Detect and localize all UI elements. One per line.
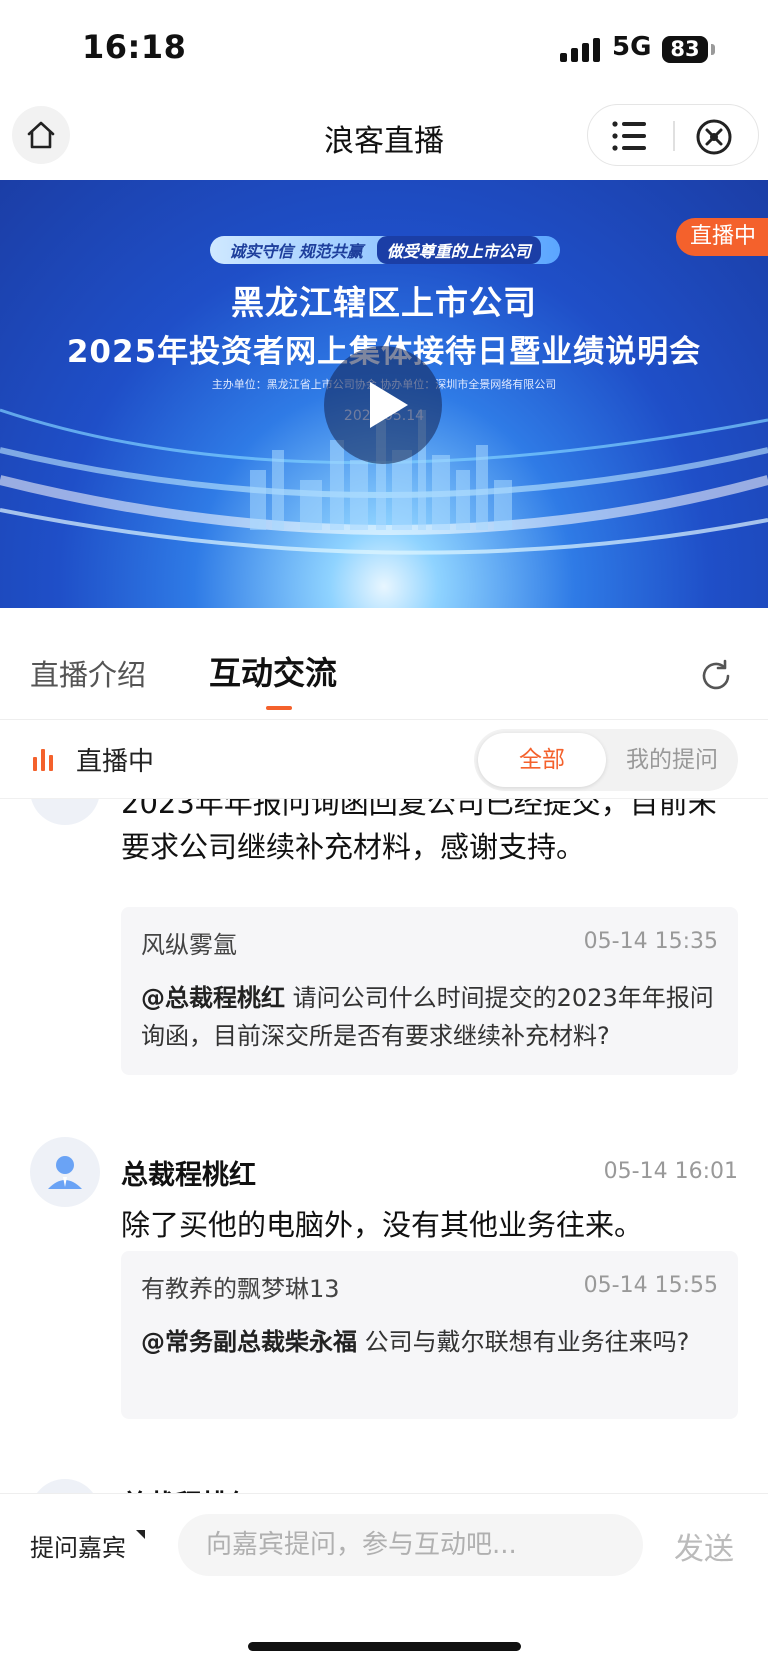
answer-text: 除了买他的电脑外，没有其他业务往来。 — [121, 1208, 644, 1242]
question-input[interactable] — [178, 1514, 643, 1576]
dropdown-caret-icon — [136, 1530, 145, 1539]
live-status-badge: 直播中 — [676, 218, 768, 256]
mini-program-capsule — [587, 104, 759, 166]
avatar — [30, 1479, 100, 1493]
answer-text: 2023年年报问询函回复公司已经提交，目前未要求公司继续补充材料，感谢支持。 — [121, 799, 717, 864]
play-icon[interactable] — [324, 346, 442, 464]
status-time: 16:18 — [82, 28, 187, 66]
ask-guest-selector[interactable]: 提问嘉宾 — [30, 1528, 126, 1563]
status-bar: 16:18 5G 83 — [0, 0, 768, 100]
avatar — [30, 1137, 100, 1207]
quoted-question: 风纵雾氲 05-14 15:35 @总裁程桃红 请问公司什么时间提交的2023年… — [121, 907, 738, 1075]
filter-my-questions-button[interactable]: 我的提问 — [612, 733, 732, 787]
answer-time: 05-14 16:01 — [603, 1159, 738, 1184]
question-body: @常务副总裁柴永福 公司与戴尔联想有业务往来吗? — [141, 1323, 721, 1361]
tab-bar: 直播介绍 互动交流 — [0, 608, 768, 720]
banner-slogan: 诚实守信 规范共赢 做受尊重的上市公司 — [210, 236, 560, 264]
signal-icon — [560, 36, 602, 62]
quoted-question: 有教养的飘梦琳13 05-14 15:55 @常务副总裁柴永福 公司与戴尔联想有… — [121, 1251, 738, 1419]
filter-all-button[interactable]: 全部 — [478, 733, 606, 787]
answer-author: 总裁程桃红 — [121, 1160, 256, 1191]
bottom-input-bar: 提问嘉宾 发送 — [0, 1493, 768, 1663]
live-video-player[interactable]: 诚实守信 规范共赢 做受尊重的上市公司 黑龙江辖区上市公司 2025年投资者网上… — [0, 180, 768, 608]
home-indicator — [248, 1642, 521, 1651]
close-button[interactable] — [694, 117, 734, 157]
question-body: @总裁程桃红 请问公司什么时间提交的2023年年报问询函，目前深交所是否有要求继… — [141, 979, 721, 1055]
qa-feed[interactable]: 2023年年报问询函回复公司已经提交，目前未要求公司继续补充材料，感谢支持。 风… — [0, 799, 768, 1493]
send-button[interactable]: 发送 — [674, 1524, 734, 1568]
close-circle-icon — [696, 119, 732, 155]
question-mention: @总裁程桃红 — [141, 984, 285, 1012]
answer-author: 总裁程桃红 — [121, 1483, 256, 1493]
slogan-left: 诚实守信 规范共赢 — [229, 242, 363, 261]
avatar — [30, 799, 100, 825]
active-tab-indicator — [266, 706, 292, 710]
live-status-label: 直播中 — [76, 747, 155, 777]
user-silhouette-icon — [48, 1156, 82, 1189]
battery-cap — [711, 44, 715, 55]
live-filter-row: 直播中 全部 我的提问 — [0, 721, 768, 799]
question-user: 风纵雾氲 — [141, 931, 237, 959]
list-menu-icon — [612, 121, 646, 151]
question-time: 05-14 15:55 — [583, 1273, 718, 1298]
tab-interaction[interactable]: 互动交流 — [209, 648, 337, 694]
banner-title-line1: 黑龙江辖区上市公司 — [231, 283, 537, 322]
refresh-icon — [702, 659, 730, 690]
battery-icon: 83 — [662, 36, 708, 63]
live-bars-icon — [33, 747, 55, 771]
question-filter-toggle: 全部 我的提问 — [474, 729, 738, 791]
tab-live-intro[interactable]: 直播介绍 — [30, 652, 146, 694]
capsule-divider — [673, 121, 675, 151]
question-mention: @常务副总裁柴永福 — [141, 1328, 357, 1356]
network-type: 5G — [612, 32, 652, 62]
nav-bar: 浪客直播 — [0, 100, 768, 178]
menu-button[interactable] — [610, 119, 650, 153]
question-text: 公司与戴尔联想有业务往来吗? — [364, 1328, 690, 1356]
question-user: 有教养的飘梦琳13 — [141, 1275, 340, 1303]
refresh-button[interactable] — [698, 658, 734, 694]
question-time: 05-14 15:35 — [583, 929, 718, 954]
slogan-right: 做受尊重的上市公司 — [376, 236, 541, 264]
